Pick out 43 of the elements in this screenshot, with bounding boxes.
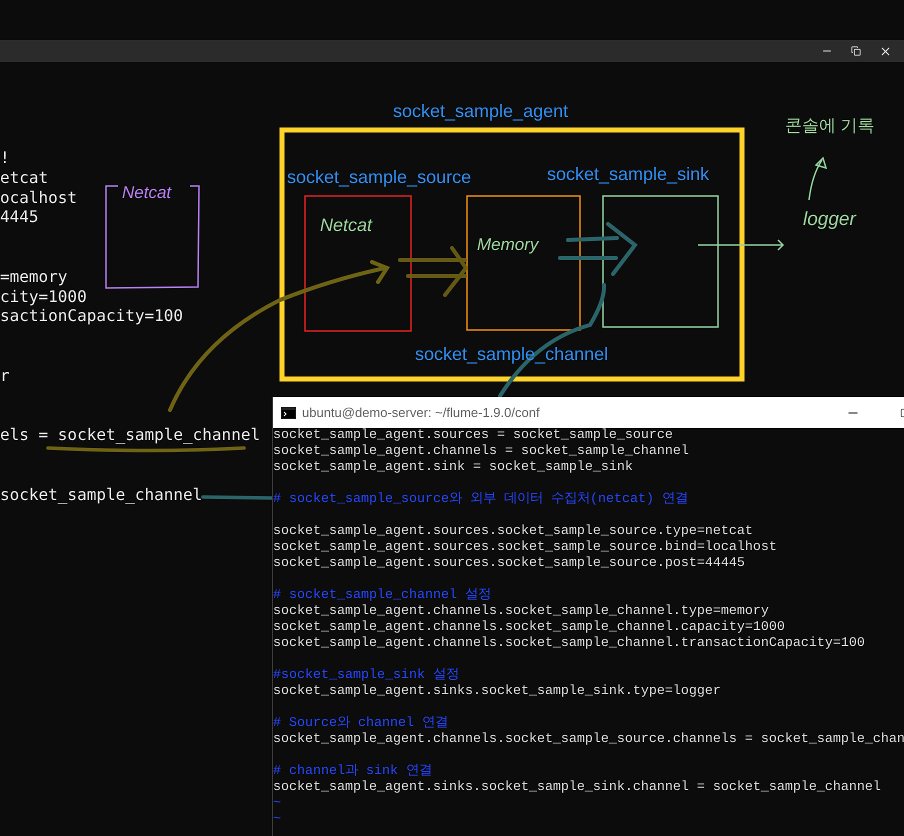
code-line: =memory (0, 266, 68, 287)
terminal-title: ubuntu@demo-server: ~/flume-1.9.0/conf (302, 404, 540, 422)
comment-line: # socket_sample_channel 설정 (273, 588, 491, 604)
empty-line-marker: ~ (273, 796, 281, 812)
handwritten-note: Netcat (122, 182, 172, 204)
restore-icon[interactable] (851, 46, 861, 56)
diagram-label: socket_sample_channel (415, 343, 608, 366)
code-line: city=1000 (0, 286, 87, 306)
code-line: ! (0, 148, 10, 168)
code-line: socket_sample_agent.channels.socket_sample_source.channels = socket_sample_chan (273, 732, 904, 748)
code-line: socket_sample_agent.sources = socket_sample_source (273, 428, 673, 444)
code-line: socket_sample_agent.channels.socket_sample_channel.type=memory (273, 604, 769, 620)
code-line: socket_sample_channel (0, 484, 202, 504)
handwritten-note: Memory (477, 234, 538, 256)
comment-line: # channel과 sink 연결 (273, 764, 432, 780)
code-line: socket_sample_agent.sources.socket_sample_source.type=netcat (273, 524, 753, 540)
code-line: els = socket_sample_channel (0, 425, 260, 445)
code-line: socket_sample_agent.sources.socket_sample_source.bind=localhost (273, 540, 777, 556)
code-line: socket_sample_agent.channels = socket_sample_channel (273, 444, 689, 460)
code-line: sactionCapacity=100 (0, 306, 184, 326)
handwritten-note: logger (803, 208, 856, 232)
terminal-app-icon (281, 406, 296, 418)
diagram-label: socket_sample_source (287, 166, 472, 189)
handwritten-note: Netcat (320, 214, 372, 237)
code-line: socket_sample_agent.sinks.socket_sample_sink.channel = socket_sample_channel (273, 780, 881, 796)
code-line: socket_sample_agent.channels.socket_sample_channel.transactionCapacity=100 (273, 636, 865, 652)
code-line: r (0, 366, 10, 386)
code-line: socket_sample_agent.sinks.socket_sample_sink.type=logger (273, 684, 721, 700)
code-line: etcat (0, 168, 48, 188)
comment-line: # Source와 channel 연결 (273, 716, 448, 732)
diagram-label: socket_sample_agent (393, 100, 568, 123)
up-arrow (808, 156, 828, 200)
code-line: 4445 (0, 207, 39, 228)
code-line: socket_sample_agent.sources.socket_sample_source.post=44445 (273, 556, 745, 572)
code-line: socket_sample_agent.sink = socket_sample_sink (273, 460, 633, 476)
comment-line: #socket_sample_sink 설정 (273, 668, 459, 684)
close-icon[interactable] (879, 44, 892, 58)
handwritten-note: 콘솔에 기록 (785, 115, 875, 137)
diagram-label: socket_sample_sink (547, 163, 710, 186)
code-line: ocalhost (0, 188, 78, 208)
code-line: socket_sample_agent.channels.socket_sample_channel.capacity=1000 (273, 620, 785, 636)
empty-line-marker: ~ (273, 812, 281, 828)
comment-line: # socket_sample_source와 외부 데이터 수집처(netcat) 연결 (273, 492, 688, 508)
